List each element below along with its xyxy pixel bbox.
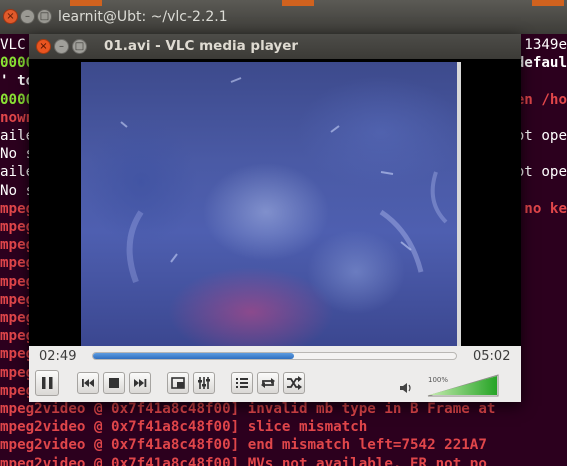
vlc-window: × – □ 01.avi - VLC media player 02:49 05… bbox=[29, 34, 521, 402]
loop-button[interactable] bbox=[257, 372, 279, 394]
seek-progress bbox=[93, 353, 294, 359]
vlc-close-button[interactable]: × bbox=[36, 39, 51, 54]
terminal-line-right: ot ope bbox=[515, 164, 567, 181]
vlc-titlebar[interactable]: × – □ 01.avi - VLC media player bbox=[29, 34, 521, 59]
extended-settings-button[interactable] bbox=[193, 372, 215, 394]
next-icon bbox=[134, 379, 147, 387]
terminal-maximize-button[interactable]: □ bbox=[37, 9, 52, 24]
orange-strip bbox=[282, 0, 314, 6]
video-frame[interactable] bbox=[81, 62, 461, 346]
seek-slider[interactable] bbox=[92, 352, 457, 360]
vlc-minimize-button[interactable]: – bbox=[54, 39, 69, 54]
previous-icon bbox=[82, 379, 94, 387]
orange-strip bbox=[532, 0, 564, 6]
shuffle-button[interactable] bbox=[283, 372, 305, 394]
terminal-line-right: ot ope bbox=[515, 128, 567, 144]
fullscreen-button[interactable] bbox=[167, 372, 189, 394]
terminal-line: mpeg2video @ 0x7f41a8c48f00] invalid mb … bbox=[0, 401, 496, 417]
terminal-line-right: defaul bbox=[515, 55, 567, 72]
elapsed-time[interactable]: 02:49 bbox=[39, 349, 76, 364]
terminal-line: mpeg2video @ 0x7f41a8c48f00] slice misma… bbox=[0, 419, 368, 436]
terminal-line-right: en /ho bbox=[515, 91, 567, 108]
terminal-line-right: 1349e bbox=[524, 37, 567, 53]
terminal-line: mpeg2video @ 0x7f41a8c48f00] end mismatc… bbox=[0, 437, 487, 454]
terminal-close-button[interactable]: × bbox=[3, 9, 18, 24]
playlist-icon bbox=[236, 378, 248, 388]
previous-button[interactable] bbox=[77, 372, 99, 394]
total-time[interactable]: 05:02 bbox=[473, 349, 510, 364]
loop-icon bbox=[261, 378, 275, 388]
terminal-title: learnit@Ubt: ~/vlc-2.2.1 bbox=[58, 9, 228, 25]
terminal-line-right: no ke bbox=[524, 200, 567, 217]
video-area[interactable] bbox=[29, 59, 521, 346]
volume-icon[interactable] bbox=[399, 381, 413, 395]
terminal-titlebar: × – □ learnit@Ubt: ~/vlc-2.2.1 bbox=[0, 0, 567, 34]
playlist-button[interactable] bbox=[231, 372, 253, 394]
fullscreen-icon bbox=[171, 377, 185, 389]
play-pause-button[interactable] bbox=[35, 370, 59, 396]
next-button[interactable] bbox=[129, 372, 151, 394]
vlc-title: 01.avi - VLC media player bbox=[104, 38, 299, 54]
stop-button[interactable] bbox=[103, 372, 125, 394]
vlc-maximize-button[interactable]: □ bbox=[72, 39, 87, 54]
terminal-minimize-button[interactable]: – bbox=[20, 9, 35, 24]
stop-icon bbox=[109, 378, 119, 388]
orange-strip bbox=[70, 0, 102, 6]
pause-icon bbox=[42, 377, 53, 389]
video-edge bbox=[457, 62, 461, 346]
controls-bar: 02:49 05:02 100% bbox=[29, 346, 521, 402]
shuffle-icon bbox=[287, 376, 302, 390]
terminal-line: mpeg2video @ 0x7f41a8c48f00] MVs not ava… bbox=[0, 455, 487, 466]
volume-slider[interactable] bbox=[426, 372, 500, 398]
extended-settings-icon bbox=[198, 377, 210, 389]
video-texture bbox=[120, 77, 448, 284]
